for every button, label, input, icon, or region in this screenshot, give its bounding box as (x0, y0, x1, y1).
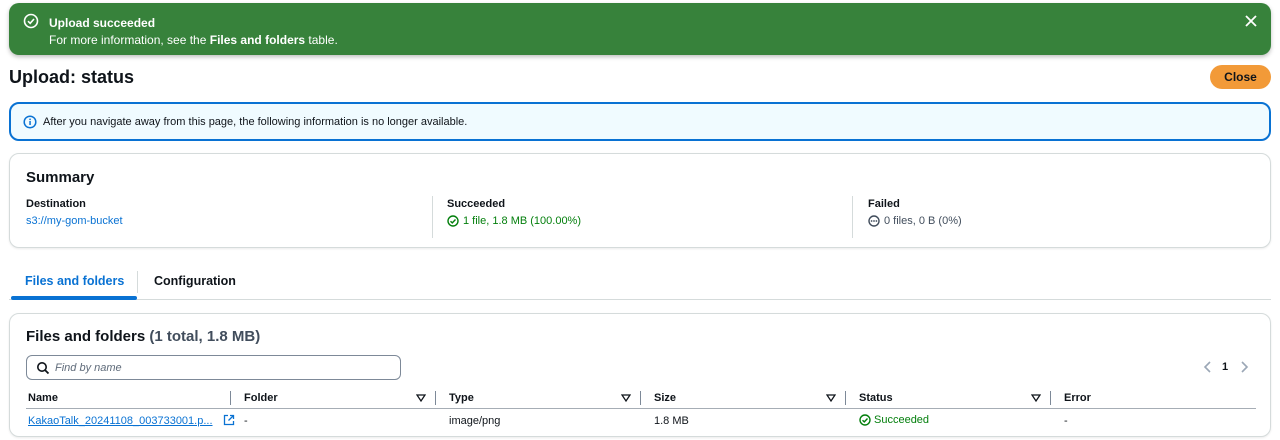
flash-message-bold: Files and folders (209, 33, 306, 47)
files-and-folders-panel: Files and folders (1 total, 1.8 MB) 1 Na… (9, 313, 1271, 437)
info-alert: After you navigate away from this page, … (9, 102, 1271, 141)
table-row: KakaoTalk_20241108_003733001.p... - imag… (26, 410, 1256, 432)
column-header-name[interactable]: Name (28, 392, 58, 404)
type-cell: image/png (449, 415, 501, 427)
search-icon (37, 362, 50, 375)
close-button[interactable]: Close (1210, 65, 1271, 89)
info-text: After you navigate away from this page, … (43, 116, 468, 128)
column-resizer[interactable] (1050, 391, 1051, 405)
failed-label: Failed (868, 198, 900, 210)
failed-value: 0 files, 0 B (0%) (884, 215, 962, 227)
chevron-left-icon[interactable] (1202, 360, 1214, 374)
files-count: (1 total, 1.8 MB) (149, 328, 261, 345)
column-resizer[interactable] (230, 391, 231, 405)
column-header-type[interactable]: Type (449, 392, 474, 404)
destination-label: Destination (26, 198, 86, 210)
ellipsis-circle-icon (868, 215, 880, 227)
status-cell: Succeeded (859, 414, 929, 426)
table-header: Name Folder Type Size Status Error (26, 387, 1256, 409)
tab-configuration[interactable]: Configuration (154, 274, 236, 288)
dismiss-flash-icon[interactable] (1243, 13, 1259, 29)
summary-title: Summary (26, 169, 95, 186)
destination-link[interactable]: s3://my-gom-bucket (26, 215, 123, 227)
pagination: 1 (1196, 359, 1256, 377)
files-panel-title: Files and folders (1 total, 1.8 MB) (26, 328, 260, 345)
sort-caret-icon[interactable] (826, 393, 836, 403)
status-text: Succeeded (874, 414, 930, 426)
tab-bar: Files and folders Configuration (9, 266, 1271, 300)
file-name-cell: KakaoTalk_20241108_003733001.p... (28, 415, 213, 427)
sort-caret-icon[interactable] (1031, 393, 1041, 403)
succeeded-column: Succeeded 1 file, 1.8 MB (100.00%) (432, 196, 852, 238)
column-header-error[interactable]: Error (1064, 392, 1091, 404)
external-link-icon[interactable] (223, 414, 235, 426)
info-icon (23, 115, 37, 129)
flash-message-suffix: table. (305, 33, 338, 47)
tab-divider (137, 271, 138, 293)
destination-column: Destination s3://my-gom-bucket (26, 196, 431, 238)
error-cell: - (1064, 415, 1068, 427)
chevron-right-icon[interactable] (1238, 360, 1250, 374)
tab-files-and-folders[interactable]: Files and folders (25, 274, 124, 288)
summary-panel: Summary Destination s3://my-gom-bucket S… (9, 153, 1271, 248)
column-resizer[interactable] (845, 391, 846, 405)
folder-cell: - (244, 415, 248, 427)
success-flash-banner: Upload succeeded For more information, s… (9, 3, 1271, 55)
failed-column: Failed 0 files, 0 B (0%) (852, 196, 1257, 238)
succeeded-label: Succeeded (447, 198, 506, 210)
flash-message: For more information, see the Files and … (49, 33, 338, 47)
column-header-folder[interactable]: Folder (244, 392, 278, 404)
flash-title: Upload succeeded (49, 16, 156, 30)
sort-caret-icon[interactable] (416, 393, 426, 403)
sort-caret-icon[interactable] (621, 393, 631, 403)
files-title-text: Files and folders (26, 328, 146, 345)
check-circle-icon (447, 215, 459, 227)
check-circle-icon (859, 414, 871, 426)
page-title: Upload: status (9, 67, 135, 87)
size-cell: 1.8 MB (654, 415, 689, 427)
active-tab-indicator (11, 296, 137, 300)
search-input[interactable] (55, 359, 385, 377)
search-box (26, 355, 401, 380)
column-header-status[interactable]: Status (859, 392, 893, 404)
page-number[interactable]: 1 (1222, 361, 1228, 373)
file-name-link[interactable]: KakaoTalk_20241108_003733001.p... (28, 415, 213, 427)
column-resizer[interactable] (435, 391, 436, 405)
column-resizer[interactable] (640, 391, 641, 405)
flash-message-prefix: For more information, see the (49, 33, 210, 47)
succeeded-value: 1 file, 1.8 MB (100.00%) (463, 215, 582, 227)
column-header-size[interactable]: Size (654, 392, 676, 404)
check-circle-icon (23, 13, 39, 29)
